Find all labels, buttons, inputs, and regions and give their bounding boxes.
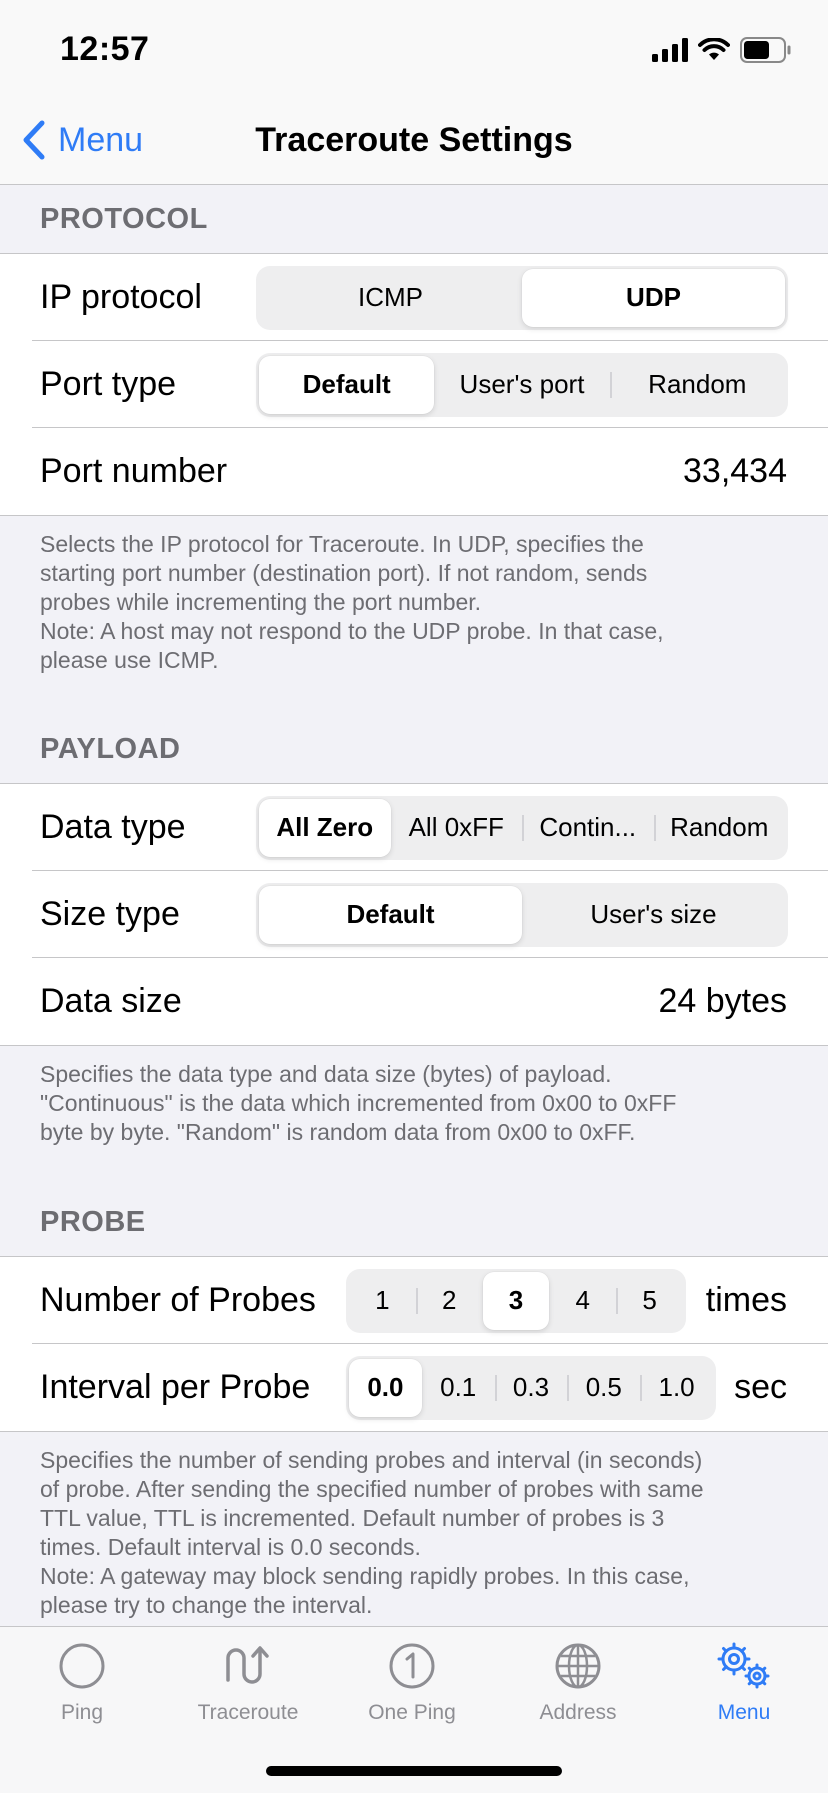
payload-note: Specifies the data type and data size (b… <box>40 1060 790 1147</box>
protocol-note-line: Selects the IP protocol for Traceroute. … <box>40 531 644 557</box>
ip-protocol-segmented-control: ICMP UDP <box>256 265 788 330</box>
size-type-option-users-size[interactable]: User's size <box>522 886 785 944</box>
number-of-probes-segmented-control: 1 2 3 4 5 <box>346 1268 686 1333</box>
probe-note-line: Note: A gateway may block sending rapidl… <box>40 1563 690 1589</box>
port-type-option-users-port[interactable]: User's port <box>434 356 609 414</box>
interval-per-probe-row: Interval per Probe 0.0 0.1 0.3 0.5 1.0 s… <box>0 1343 828 1431</box>
data-type-option-all-zero[interactable]: All Zero <box>259 798 391 857</box>
status-bar: 12:57 <box>0 0 828 96</box>
data-type-option-continuous[interactable]: Contin... <box>522 799 654 857</box>
tab-menu-label: Menu <box>717 1701 771 1724</box>
size-type-segmented-control: Default User's size <box>256 882 788 947</box>
home-indicator <box>266 1766 562 1776</box>
gears-icon <box>717 1642 770 1689</box>
interval-option-0-1[interactable]: 0.1 <box>422 1359 495 1417</box>
battery-icon <box>740 37 791 63</box>
data-type-label: Data type <box>40 808 186 846</box>
protocol-group: IP protocol ICMP UDP Port type Default U… <box>0 253 828 516</box>
wifi-icon <box>698 38 730 60</box>
nav-bar: Menu Traceroute Settings <box>0 96 828 185</box>
port-type-option-default[interactable]: Default <box>259 355 435 414</box>
probe-note-line: please try to change the interval. <box>40 1592 373 1618</box>
one-circle-icon <box>389 1643 435 1689</box>
tab-ping[interactable]: Ping <box>12 1641 152 1725</box>
port-number-value: 33,434 <box>683 452 787 490</box>
probes-option-3[interactable]: 3 <box>482 1271 550 1330</box>
size-type-row: Size type Default User's size <box>0 870 828 958</box>
port-type-label: Port type <box>40 365 177 403</box>
interval-option-0-3[interactable]: 0.3 <box>494 1359 568 1417</box>
tab-address[interactable]: Address <box>508 1641 648 1725</box>
interval-unit: sec <box>734 1368 787 1406</box>
page-title: Traceroute Settings <box>255 121 573 159</box>
tab-traceroute[interactable]: Traceroute <box>178 1641 318 1725</box>
probes-option-5[interactable]: 5 <box>616 1272 683 1330</box>
probes-unit: times <box>705 1281 787 1319</box>
ip-protocol-row: IP protocol ICMP UDP <box>0 254 828 341</box>
tab-address-label: Address <box>539 1701 617 1724</box>
port-type-segmented-control: Default User's port Random <box>256 352 788 417</box>
status-icons <box>652 36 792 64</box>
payload-note-line: "Continuous" is the data which increment… <box>40 1090 677 1116</box>
interval-per-probe-label: Interval per Probe <box>40 1368 311 1406</box>
protocol-note-line: Note: A host may not respond to the UDP … <box>40 618 664 644</box>
ip-protocol-option-udp[interactable]: UDP <box>522 268 785 327</box>
interval-option-0-5[interactable]: 0.5 <box>567 1359 640 1417</box>
protocol-note-line: probes while incrementing the port numbe… <box>40 589 482 615</box>
payload-group: Data type All Zero All 0xFF Contin... Ra… <box>0 783 828 1046</box>
number-of-probes-label: Number of Probes <box>40 1281 316 1319</box>
port-type-option-random[interactable]: Random <box>609 356 785 414</box>
probes-option-4[interactable]: 4 <box>549 1272 616 1330</box>
probe-note-line: Specifies the number of sending probes a… <box>40 1447 703 1473</box>
tab-one-ping-label: One Ping <box>368 1701 456 1724</box>
data-type-segmented-control: All Zero All 0xFF Contin... Random <box>256 795 788 860</box>
tab-ping-label: Ping <box>60 1701 104 1724</box>
status-time: 12:57 <box>60 30 150 68</box>
tab-one-ping[interactable]: One Ping <box>342 1641 482 1725</box>
data-type-option-all-0xff[interactable]: All 0xFF <box>391 799 523 857</box>
probes-option-1[interactable]: 1 <box>349 1272 416 1330</box>
data-type-option-random[interactable]: Random <box>653 799 786 857</box>
protocol-note-line: starting port number (destination port).… <box>40 560 648 586</box>
data-size-label: Data size <box>40 982 182 1020</box>
traceroute-arrows-icon <box>226 1646 269 1684</box>
number-of-probes-row: Number of Probes 1 2 3 4 5 times <box>0 1257 828 1344</box>
interval-segmented-control: 0.0 0.1 0.3 0.5 1.0 <box>346 1355 716 1420</box>
data-size-row[interactable]: Data size 24 bytes <box>0 957 828 1045</box>
probe-note: Specifies the number of sending probes a… <box>40 1446 790 1620</box>
data-type-row: Data type All Zero All 0xFF Contin... Ra… <box>0 784 828 871</box>
probes-option-2[interactable]: 2 <box>415 1272 483 1330</box>
tab-traceroute-label: Traceroute <box>197 1701 299 1724</box>
size-type-option-default[interactable]: Default <box>259 885 522 944</box>
interval-option-1-0[interactable]: 1.0 <box>640 1359 713 1417</box>
protocol-note: Selects the IP protocol for Traceroute. … <box>40 530 790 675</box>
port-number-label: Port number <box>40 452 228 490</box>
globe-icon <box>555 1643 601 1689</box>
section-header-probe: PROBE <box>40 1206 146 1238</box>
data-size-value: 24 bytes <box>658 982 787 1020</box>
payload-note-line: Specifies the data type and data size (b… <box>40 1061 612 1087</box>
ip-protocol-label: IP protocol <box>40 278 202 316</box>
cellular-signal-icon <box>652 38 688 62</box>
section-header-protocol: PROTOCOL <box>40 203 208 235</box>
port-number-row[interactable]: Port number 33,434 <box>0 427 828 515</box>
ip-protocol-option-icmp[interactable]: ICMP <box>259 269 522 327</box>
probe-note-line: of probe. After sending the specified nu… <box>40 1476 704 1502</box>
section-header-payload: PAYLOAD <box>40 733 181 765</box>
payload-note-line: byte by byte. "Random" is random data fr… <box>40 1119 636 1145</box>
probe-group: Number of Probes 1 2 3 4 5 times Interva… <box>0 1256 828 1432</box>
probe-note-line: times. Default interval is 0.0 seconds. <box>40 1534 421 1560</box>
probe-note-line: TTL value, TTL is incremented. Default n… <box>40 1505 665 1531</box>
port-type-row: Port type Default User's port Random <box>0 340 828 428</box>
protocol-note-line: please use ICMP. <box>40 647 219 673</box>
tab-menu[interactable]: Menu <box>674 1641 814 1725</box>
size-type-label: Size type <box>40 895 180 933</box>
interval-option-0-0[interactable]: 0.0 <box>349 1358 422 1417</box>
circle-icon <box>59 1643 105 1689</box>
